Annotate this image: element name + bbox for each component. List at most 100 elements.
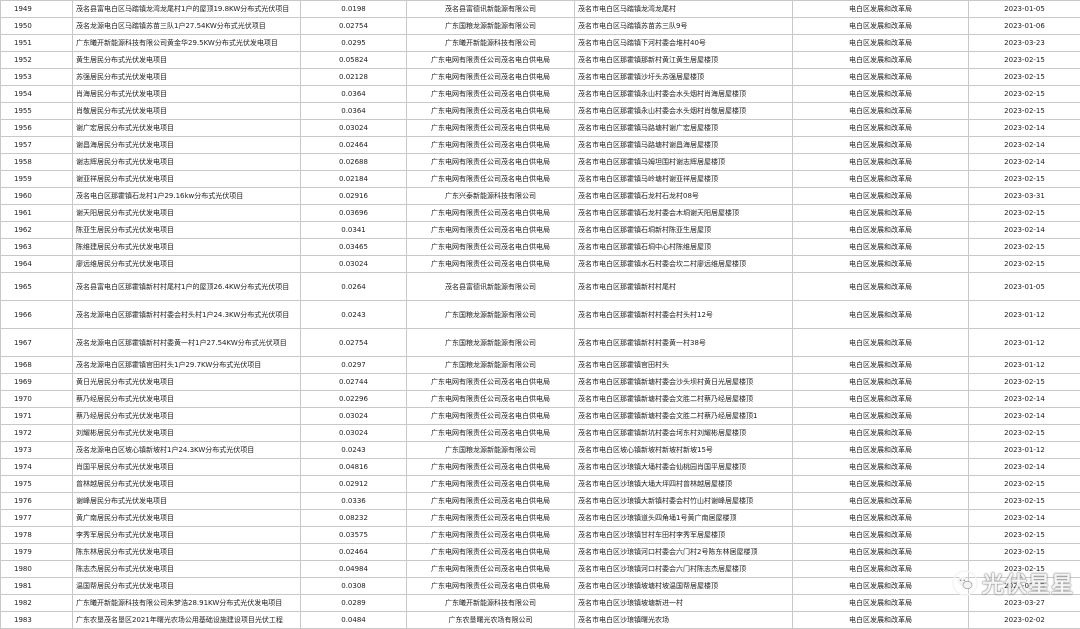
row-number-cell: 1976 [1, 493, 73, 510]
approval-authority-cell: 电白区发展和改革局 [793, 188, 969, 205]
row-number-cell: 1959 [1, 171, 73, 188]
table-row: 1971蔡乃经居民分布式光伏发电项目0.03024广东电网有限责任公司茂名电白供… [1, 408, 1080, 425]
approval-authority-cell: 电白区发展和改革局 [793, 329, 969, 357]
approval-authority-cell: 电白区发展和改革局 [793, 561, 969, 578]
capacity-cell: 0.03024 [301, 408, 407, 425]
table-row: 1961谢天阳居民分布式光伏发电项目0.03696广东电网有限责任公司茂名电白供… [1, 205, 1080, 222]
applicant-cell: 广东电网有限责任公司茂名电白供电局 [407, 86, 575, 103]
row-number-cell: 1957 [1, 137, 73, 154]
filing-date-cell: 2023-02-15 [969, 256, 1080, 273]
project-name-cell: 肖敬居民分布式光伏发电项目 [73, 103, 301, 120]
applicant-cell: 广东曦开新能源科技有限公司 [407, 35, 575, 52]
row-number-cell: 1953 [1, 69, 73, 86]
capacity-cell: 0.02688 [301, 154, 407, 171]
capacity-cell: 0.02912 [301, 476, 407, 493]
location-cell: 茂名市电白区那霍镇新村村委会村头村12号 [575, 301, 793, 329]
applicant-cell: 广东国粮龙源新能源有限公司 [407, 329, 575, 357]
table-row: 1954肖海居民分布式光伏发电项目0.0364广东电网有限责任公司茂名电白供电局… [1, 86, 1080, 103]
capacity-cell: 0.0264 [301, 273, 407, 301]
project-name-cell: 蔡乃经居民分布式光伏发电项目 [73, 408, 301, 425]
table-row: 1978李秀军居民分布式光伏发电项目0.03575广东电网有限责任公司茂名电白供… [1, 527, 1080, 544]
location-cell: 茂名市电白区沙琅镇坡塘新进一村 [575, 595, 793, 612]
row-number-cell: 1968 [1, 357, 73, 374]
filing-date-cell: 2023-02-15 [969, 69, 1080, 86]
approval-authority-cell: 电白区发展和改革局 [793, 442, 969, 459]
filing-date-cell: 2023-01-06 [969, 18, 1080, 35]
applicant-cell: 广东电网有限责任公司茂名电白供电局 [407, 578, 575, 595]
row-number-cell: 1960 [1, 188, 73, 205]
applicant-cell: 广东电网有限责任公司茂名电白供电局 [407, 425, 575, 442]
table-row: 1953苏强居民分布式光伏发电项目0.02128广东电网有限责任公司茂名电白供电… [1, 69, 1080, 86]
approval-authority-cell: 电白区发展和改革局 [793, 52, 969, 69]
table-row: 1976谢峰居民分布式光伏发电项目0.0336广东电网有限责任公司茂名电白供电局… [1, 493, 1080, 510]
row-number-cell: 1965 [1, 273, 73, 301]
table-row: 1967茂名龙源电白区那霍镇新村村委黄一村1户27.54KW分布式光伏项目0.0… [1, 329, 1080, 357]
applicant-cell: 广东曦开新能源科技有限公司 [407, 595, 575, 612]
project-name-cell: 茂名电白区那霍镇石龙村1户29.16kw分布式光伏项目 [73, 188, 301, 205]
row-number-cell: 1949 [1, 1, 73, 18]
location-cell: 茂名市电白区那霍镇那新村黄江黄生居屋楼顶 [575, 52, 793, 69]
location-cell: 茂名市电白区那霍镇新塘村委会文胜二村蔡乃经居屋楼顶 [575, 391, 793, 408]
approval-authority-cell: 电白区发展和改革局 [793, 222, 969, 239]
capacity-cell: 0.02754 [301, 329, 407, 357]
project-name-cell: 肖海居民分布式光伏发电项目 [73, 86, 301, 103]
applicant-cell: 广东国粮龙源新能源有限公司 [407, 301, 575, 329]
row-number-cell: 1977 [1, 510, 73, 527]
approval-authority-cell: 电白区发展和改革局 [793, 86, 969, 103]
row-number-cell: 1962 [1, 222, 73, 239]
table-row: 1970蔡乃经居民分布式光伏发电项目0.02296广东电网有限责任公司茂名电白供… [1, 391, 1080, 408]
approval-authority-cell: 电白区发展和改革局 [793, 154, 969, 171]
filing-date-cell: 2023-02-14 [969, 222, 1080, 239]
approval-authority-cell: 电白区发展和改革局 [793, 35, 969, 52]
capacity-cell: 0.0297 [301, 357, 407, 374]
project-name-cell: 黄生居民分布式光伏发电项目 [73, 52, 301, 69]
applicant-cell: 广东电网有限责任公司茂名电白供电局 [407, 52, 575, 69]
applicant-cell: 广东电网有限责任公司茂名电白供电局 [407, 154, 575, 171]
capacity-cell: 0.0243 [301, 442, 407, 459]
location-cell: 茂名市电白区那霍镇马路塘村谢昌海居屋楼顶 [575, 137, 793, 154]
approval-authority-cell: 电白区发展和改革局 [793, 357, 969, 374]
row-number-cell: 1961 [1, 205, 73, 222]
location-cell: 茂名市电白区马踏镇龙湾龙尾村 [575, 1, 793, 18]
watermark: 光伏星星 [952, 567, 1074, 599]
filing-date-cell: 2023-01-12 [969, 357, 1080, 374]
filing-date-cell: 2023-02-14 [969, 391, 1080, 408]
capacity-cell: 0.02744 [301, 374, 407, 391]
location-cell: 茂名市电白区沙琅镇河口村委会六门村陈志杰居屋楼顶 [575, 561, 793, 578]
table-row: 1975曾林越居民分布式光伏发电项目0.02912广东电网有限责任公司茂名电白供… [1, 476, 1080, 493]
table-row: 1960茂名电白区那霍镇石龙村1户29.16kw分布式光伏项目0.02916广东… [1, 188, 1080, 205]
table-row: 1983广东农垦茂名垦区2021年曙光农场公用基础设施建设项目光伏工程0.048… [1, 612, 1080, 629]
approval-authority-cell: 电白区发展和改革局 [793, 18, 969, 35]
approval-authority-cell: 电白区发展和改革局 [793, 408, 969, 425]
capacity-cell: 0.02464 [301, 137, 407, 154]
location-cell: 茂名市电白区沙琅镇大埇村委会仙桃园肖国平居屋楼顶 [575, 459, 793, 476]
location-cell: 茂名市电白区那霍镇马姆坦围村谢志辉居屋楼顶 [575, 154, 793, 171]
project-name-cell: 温国帮居民分布式光伏发电项目 [73, 578, 301, 595]
approval-authority-cell: 电白区发展和改革局 [793, 527, 969, 544]
project-name-cell: 廖远维居民分布式光伏发电项目 [73, 256, 301, 273]
applicant-cell: 广东电网有限责任公司茂名电白供电局 [407, 205, 575, 222]
row-number-cell: 1983 [1, 612, 73, 629]
table-row: 1974肖国平居民分布式光伏发电项目0.04816广东电网有限责任公司茂名电白供… [1, 459, 1080, 476]
project-name-cell: 谢峰居民分布式光伏发电项目 [73, 493, 301, 510]
table-row: 1958谢志辉居民分布式光伏发电项目0.02688广东电网有限责任公司茂名电白供… [1, 154, 1080, 171]
approval-authority-cell: 电白区发展和改革局 [793, 120, 969, 137]
row-number-cell: 1979 [1, 544, 73, 561]
capacity-cell: 0.05824 [301, 52, 407, 69]
approval-authority-cell: 电白区发展和改革局 [793, 544, 969, 561]
approval-authority-cell: 电白区发展和改革局 [793, 103, 969, 120]
project-name-cell: 谢亚祥居民分布式光伏发电项目 [73, 171, 301, 188]
location-cell: 茂名市电白区那霍镇石龙村石龙村08号 [575, 188, 793, 205]
project-name-cell: 茂名县富电白区那霍镇新村村尾村1户的屋顶26.4KW分布式光伏项目 [73, 273, 301, 301]
project-name-cell: 蔡乃经居民分布式光伏发电项目 [73, 391, 301, 408]
capacity-cell: 0.0364 [301, 103, 407, 120]
watermark-text: 光伏星星 [982, 567, 1074, 599]
approval-authority-cell: 电白区发展和改革局 [793, 510, 969, 527]
location-cell: 茂名市电白区沙琅镇道头四角埇1号黄广南居屋楼顶 [575, 510, 793, 527]
capacity-cell: 0.0484 [301, 612, 407, 629]
filing-date-cell: 2023-02-15 [969, 171, 1080, 188]
location-cell: 茂名市电白区那霍镇石垌新村陈亚生居屋顶 [575, 222, 793, 239]
capacity-cell: 0.02754 [301, 18, 407, 35]
table-row: 1982广东曦开新能源科技有限公司朱梦浩28.91KW分布式光伏发电项目0.02… [1, 595, 1080, 612]
applicant-cell: 广东电网有限责任公司茂名电白供电局 [407, 222, 575, 239]
